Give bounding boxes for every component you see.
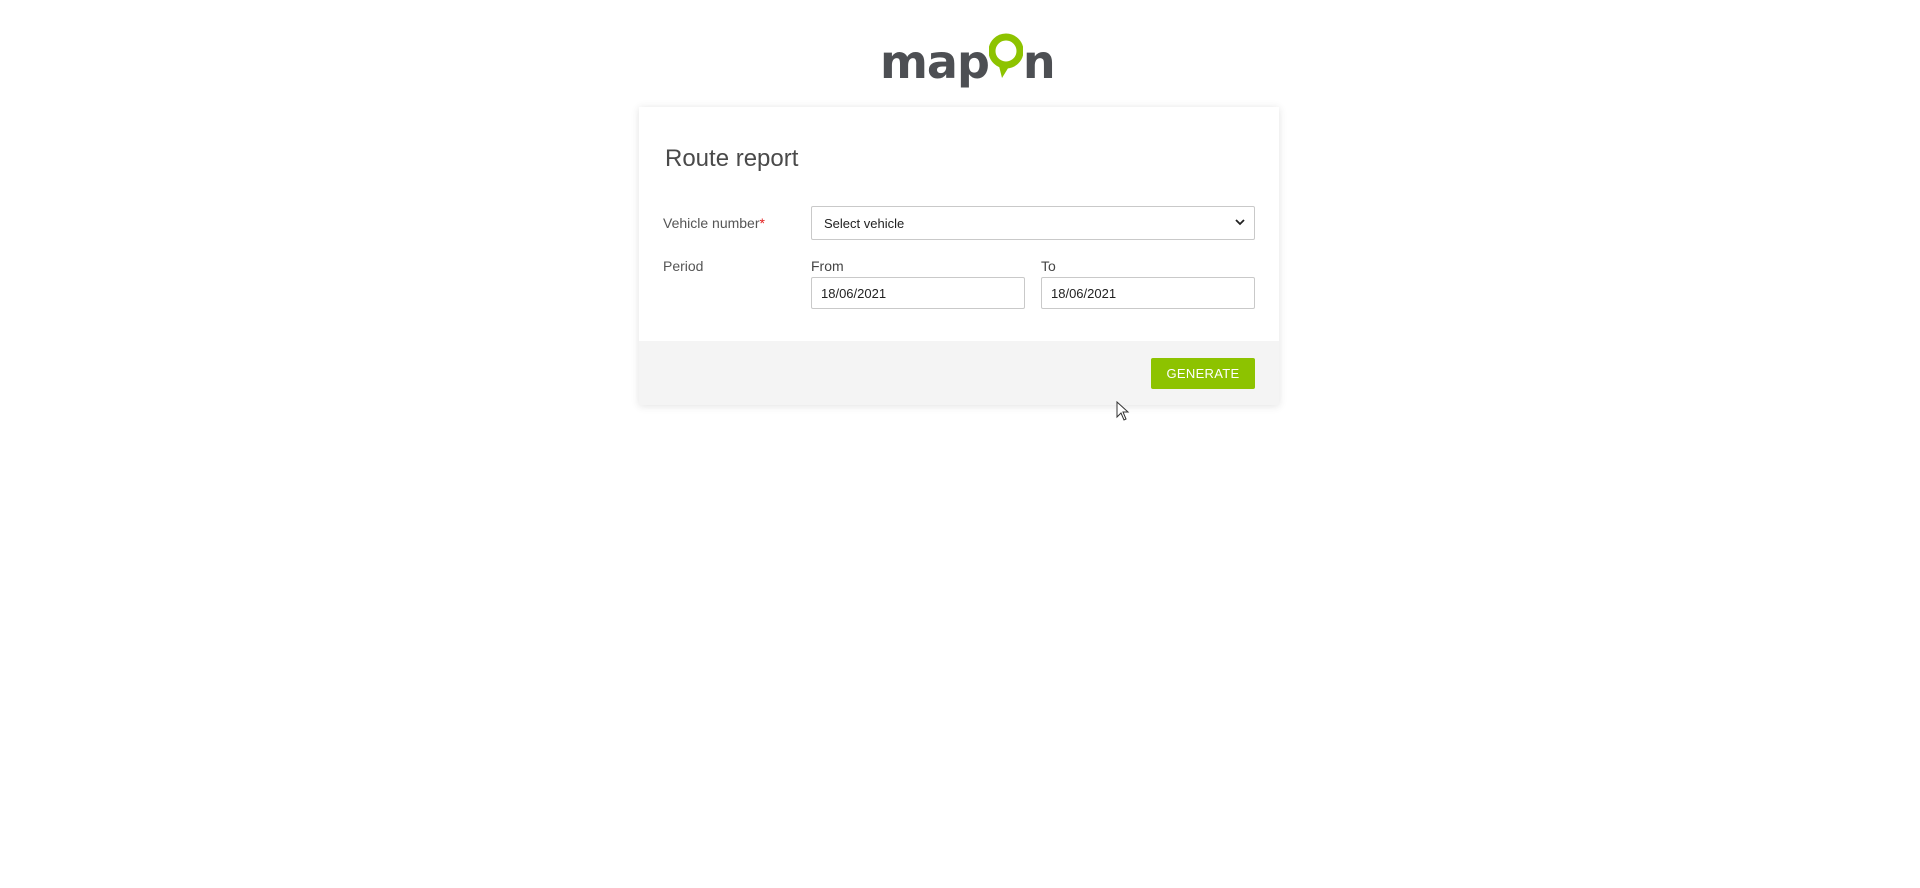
to-date-value: 18/06/2021: [1051, 285, 1117, 301]
vehicle-select-value: Select vehicle: [824, 215, 905, 231]
logo-text-left: map: [880, 35, 990, 89]
chevron-down-icon: [1234, 216, 1246, 228]
mapon-logo: map n: [880, 26, 1056, 88]
from-date-input[interactable]: 18/06/2021: [811, 277, 1025, 309]
mouse-pointer-icon: [1116, 400, 1130, 421]
vehicle-number-label-text: Vehicle number: [663, 215, 760, 231]
page-title: Route report: [665, 145, 799, 172]
to-date-input[interactable]: 18/06/2021: [1041, 277, 1255, 309]
vehicle-select[interactable]: Select vehicle: [811, 206, 1255, 240]
route-report-card: Route report Vehicle number* Select vehi…: [639, 107, 1279, 405]
period-label: Period: [663, 258, 704, 274]
from-date-value: 18/06/2021: [821, 285, 887, 301]
generate-button[interactable]: GENERATE: [1151, 358, 1255, 389]
logo-wordmark: map n: [880, 26, 1056, 89]
to-label: To: [1041, 258, 1056, 274]
required-mark: *: [759, 215, 765, 231]
map-pin-icon: [988, 26, 1023, 78]
vehicle-number-label: Vehicle number*: [663, 215, 765, 231]
card-footer: GENERATE: [639, 341, 1279, 405]
logo-text-right: n: [1022, 35, 1056, 89]
from-label: From: [811, 258, 844, 274]
